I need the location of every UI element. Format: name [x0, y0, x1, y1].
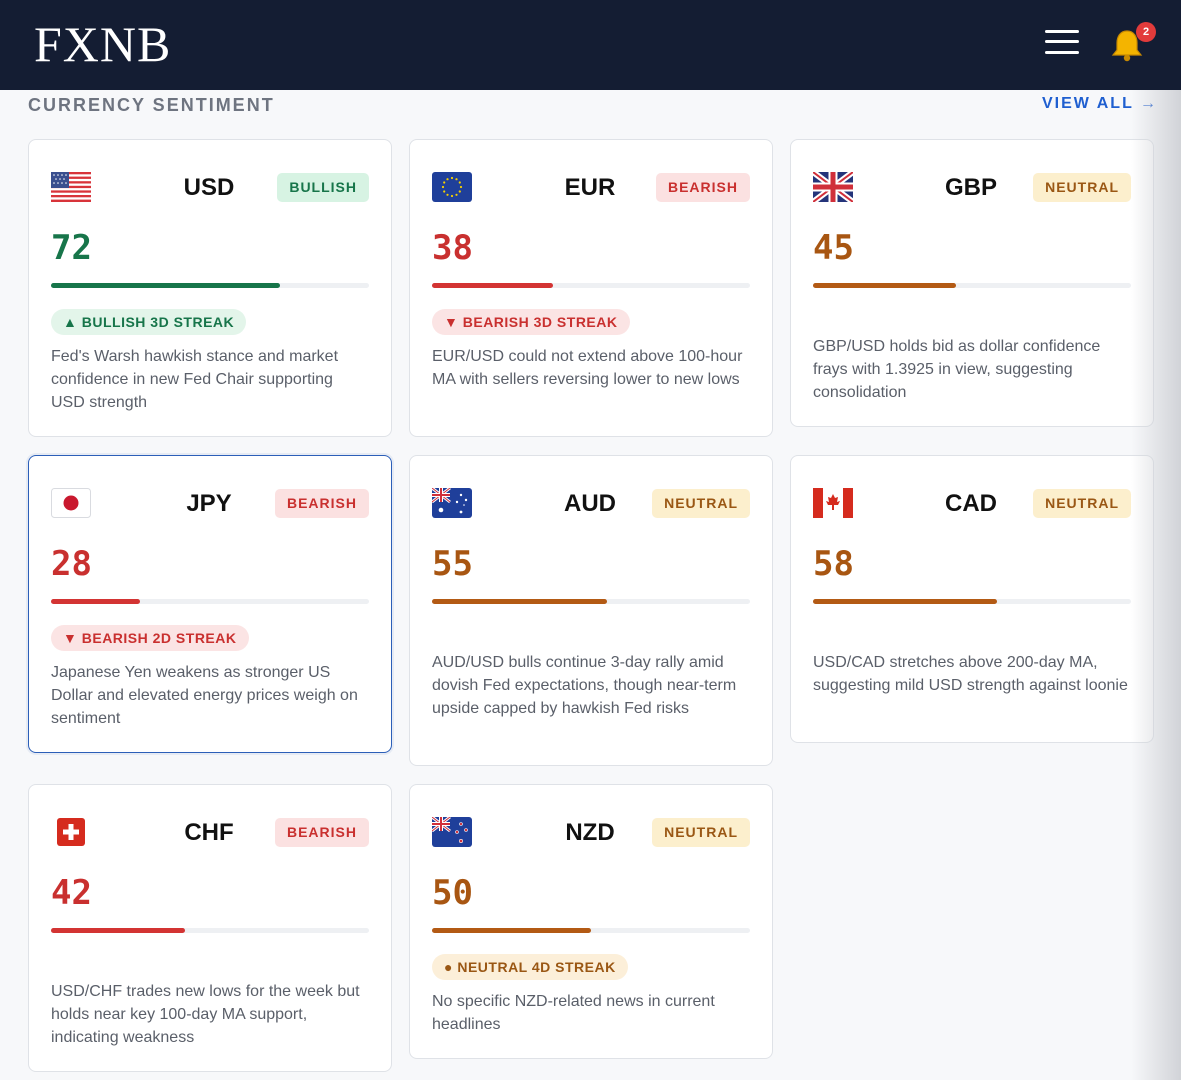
sentiment-score: 72: [51, 228, 92, 268]
currency-card-usd[interactable]: USD BULLISH 72 ▲ BULLISH 3D STREAK Fed's…: [28, 139, 392, 437]
australia-flag-icon: [432, 488, 472, 518]
card-description: Fed's Warsh hawkish stance and market co…: [51, 348, 339, 411]
sentiment-score: 42: [51, 873, 92, 913]
sentiment-badge: NEUTRAL: [652, 489, 750, 518]
currency-code: GBP: [944, 174, 997, 201]
streak-badge: ▼ BEARISH 2D STREAK: [51, 625, 249, 651]
sentiment-bar: [432, 599, 750, 604]
sentiment-badge: BEARISH: [274, 818, 369, 847]
sentiment-bar-fill: [432, 599, 607, 604]
sentiment-bar: [813, 599, 1131, 604]
currency-code: CAD: [945, 490, 997, 517]
sentiment-score: 28: [51, 544, 92, 584]
currency-card-aud[interactable]: AUD NEUTRAL 55 AUD/USD bulls continue 3-…: [409, 455, 773, 766]
currency-card-eur[interactable]: EUR BEARISH 38 ▼ BEARISH 3D STREAK EUR/U…: [409, 139, 773, 437]
sentiment-badge: NEUTRAL: [652, 818, 750, 847]
currency-code: NZD: [565, 819, 615, 846]
sentiment-bar: [432, 283, 750, 288]
section-title: CURRENCY SENTIMENT: [28, 95, 275, 115]
currency-code: CHF: [184, 819, 234, 846]
sentiment-bar-fill: [51, 283, 280, 288]
sentiment-bar-fill: [432, 928, 591, 933]
currency-code: EUR: [564, 174, 616, 201]
sentiment-score: 50: [432, 873, 473, 913]
notifications-button[interactable]: 2: [1110, 22, 1156, 64]
new-zealand-flag-icon: [432, 817, 472, 847]
currency-code: AUD: [564, 490, 616, 517]
sentiment-badge: BULLISH: [277, 173, 369, 202]
sentiment-badge: NEUTRAL: [1033, 489, 1131, 518]
card-description: USD/CAD stretches above 200-day MA, sugg…: [813, 654, 1128, 694]
eu-flag-icon: [432, 172, 472, 202]
sentiment-badge: BEARISH: [274, 489, 369, 518]
sentiment-score: 45: [813, 228, 854, 268]
card-description: USD/CHF trades new lows for the week but…: [51, 983, 360, 1046]
sentiment-badge: NEUTRAL: [1033, 173, 1131, 202]
sentiment-bar: [432, 928, 750, 933]
sentiment-score: 58: [813, 544, 854, 584]
sentiment-bar: [51, 928, 369, 933]
currency-card-cad[interactable]: CAD NEUTRAL 58 USD/CAD stretches above 2…: [790, 455, 1154, 743]
logo[interactable]: FXNB: [34, 16, 171, 72]
currency-card-chf[interactable]: CHF BEARISH 42 USD/CHF trades new lows f…: [28, 784, 392, 1072]
japan-flag-icon: [51, 488, 91, 518]
card-description: Japanese Yen weakens as stronger US Doll…: [51, 664, 358, 727]
sentiment-bar-fill: [813, 599, 998, 604]
sentiment-score: 55: [432, 544, 473, 584]
sentiment-bar-fill: [813, 283, 957, 288]
view-all-link[interactable]: VIEW ALL →: [1042, 95, 1158, 113]
card-description: AUD/USD bulls continue 3-day rally amid …: [432, 654, 737, 717]
uk-flag-icon: [813, 172, 853, 202]
streak-badge: ● NEUTRAL 4D STREAK: [432, 954, 628, 980]
sentiment-bar: [51, 283, 369, 288]
canada-flag-icon: [813, 488, 853, 518]
sentiment-bar-fill: [51, 599, 141, 604]
sentiment-score: 38: [432, 228, 473, 268]
sentiment-bar: [51, 599, 369, 604]
currency-card-nzd[interactable]: NZD NEUTRAL 50 ● NEUTRAL 4D STREAK No sp…: [409, 784, 773, 1059]
top-bar: FXNB 2: [0, 0, 1181, 90]
sentiment-bar-fill: [51, 928, 185, 933]
streak-badge: ▼ BEARISH 3D STREAK: [432, 309, 630, 335]
currency-code: JPY: [186, 490, 232, 517]
card-description: EUR/USD could not extend above 100-hour …: [432, 348, 743, 388]
currency-card-jpy[interactable]: JPY BEARISH 28 ▼ BEARISH 2D STREAK Japan…: [28, 455, 392, 753]
currency-card-gbp[interactable]: GBP NEUTRAL 45 GBP/USD holds bid as doll…: [790, 139, 1154, 427]
sentiment-bar: [813, 283, 1131, 288]
card-description: No specific NZD-related news in current …: [432, 993, 715, 1033]
switzerland-flag-icon: [57, 818, 85, 846]
us-flag-icon: [51, 172, 91, 202]
streak-badge: ▲ BULLISH 3D STREAK: [51, 309, 247, 335]
notification-count-badge: 2: [1136, 22, 1156, 42]
currency-code: USD: [183, 174, 235, 201]
sentiment-bar-fill: [432, 283, 553, 288]
hamburger-menu-icon[interactable]: [1045, 28, 1079, 56]
card-description: GBP/USD holds bid as dollar confidence f…: [813, 338, 1101, 401]
sentiment-badge: BEARISH: [655, 173, 750, 202]
